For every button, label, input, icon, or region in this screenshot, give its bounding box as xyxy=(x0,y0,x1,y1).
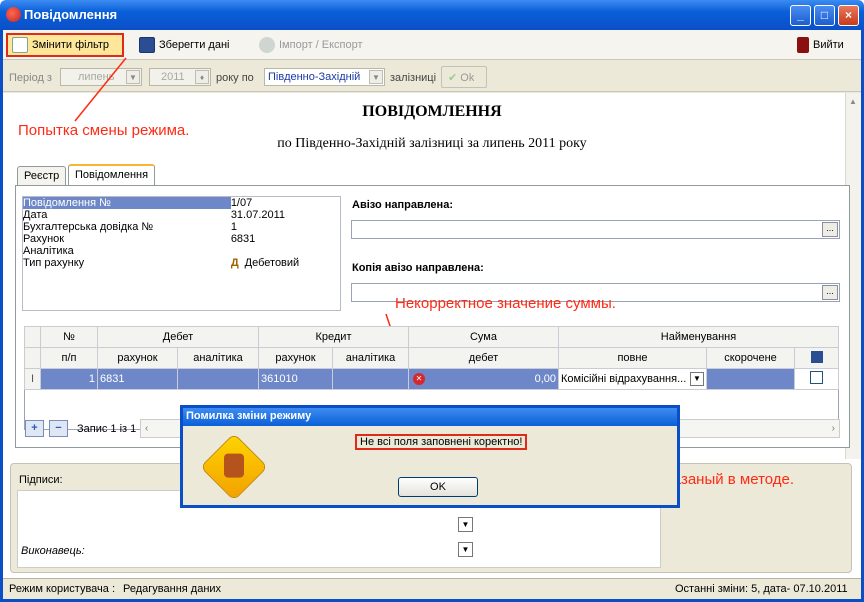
exit-door-icon xyxy=(797,37,809,53)
chevron-down-icon[interactable]: ▼ xyxy=(690,372,704,386)
grid-header-1: № Дебет Кредит Сума Найменування xyxy=(24,326,839,348)
exit-button[interactable]: Вийти xyxy=(793,33,848,57)
annotation-incorrect-sum: Некорректное значение суммы. xyxy=(395,295,616,312)
debit-type-icon: Д xyxy=(230,257,239,269)
avizo-sent-label: Авізо направлена: xyxy=(352,199,453,211)
check-icon: ✔ xyxy=(448,72,458,84)
app-icon xyxy=(6,7,21,22)
change-filter-button[interactable]: Змінити фільтр xyxy=(6,33,124,57)
info-row-account[interactable]: Рахунок 6831 xyxy=(23,233,340,245)
scroll-left-icon[interactable]: ‹ xyxy=(145,423,148,434)
sum-cell[interactable]: ✕ 0,00 xyxy=(408,368,559,390)
ok-button[interactable]: OK xyxy=(398,477,478,497)
avizo-copy-label: Копія авізо направлена: xyxy=(352,262,484,274)
grid-header-2: п/п рахунок аналітика рахунок аналітика … xyxy=(24,347,839,369)
info-row-reference[interactable]: Бухгалтерська довідка № 1 xyxy=(23,221,340,233)
user-mode-value: Редагування даних xyxy=(123,583,222,595)
filter-icon xyxy=(12,37,28,53)
chevron-down-icon: ▼ xyxy=(369,70,383,84)
minimize-button[interactable]: _ xyxy=(790,5,811,26)
title-bar: Повідомлення _ □ × xyxy=(0,0,864,30)
executor-label: Виконавець: xyxy=(21,545,85,557)
info-row-account-type[interactable]: Тип рахунку Д Дебетовий xyxy=(23,257,340,269)
info-row-date[interactable]: Дата 31.07.2011 xyxy=(23,209,340,221)
period-label: Період з xyxy=(9,72,52,84)
ellipsis-button[interactable]: ... xyxy=(822,285,838,300)
chevron-down-icon[interactable]: ▼ xyxy=(458,517,473,532)
scroll-right-icon[interactable]: › xyxy=(832,423,835,434)
user-mode-label: Режим користувача : xyxy=(9,583,116,595)
railway-label: залізниці xyxy=(390,72,437,84)
import-export-button[interactable]: Імпорт / Експорт xyxy=(255,33,367,57)
tab-message[interactable]: Повідомлення xyxy=(68,164,156,186)
window-title: Повідомлення xyxy=(24,7,118,22)
year-label: року по xyxy=(216,72,254,84)
status-bar: Режим користувача : Редагування даних Ос… xyxy=(3,578,861,599)
save-button[interactable]: Зберегти дані xyxy=(135,33,233,57)
delete-row-button[interactable]: − xyxy=(49,420,68,437)
floppy-icon[interactable] xyxy=(810,350,823,363)
error-icon: ✕ xyxy=(413,373,425,385)
railway-select[interactable]: Південно-Західній ▼ xyxy=(264,68,385,86)
error-dialog: Помилка зміни режиму Не всі поля заповне… xyxy=(180,405,680,508)
globe-icon xyxy=(259,37,275,53)
info-row-analytics[interactable]: Аналітика xyxy=(23,245,340,257)
info-row-number[interactable]: Повідомлення № 1/07 xyxy=(23,197,340,209)
maximize-button[interactable]: □ xyxy=(814,5,835,26)
spinner-icon: ♦ xyxy=(195,70,209,84)
add-row-button[interactable]: + xyxy=(25,420,44,437)
signatures-label: Підписи: xyxy=(19,474,63,486)
stop-hand-icon xyxy=(201,434,267,500)
row-checkbox[interactable] xyxy=(810,371,823,384)
table-row[interactable]: I 1 6831 361010 ✕ 0,00 Комісійні відраху… xyxy=(24,368,839,390)
ellipsis-button[interactable]: ... xyxy=(822,222,838,237)
ok-filter-button[interactable]: ✔ Ok xyxy=(441,66,487,88)
annotation-arrow-1 xyxy=(74,57,127,122)
dialog-title: Помилка зміни режиму xyxy=(183,408,677,426)
year-stepper[interactable]: 2011 ♦ xyxy=(149,68,211,86)
record-counter: Запис 1 із 1 xyxy=(77,423,137,435)
floppy-icon xyxy=(139,37,155,53)
last-changes: Останні зміни: 5, дата- 07.10.2011 xyxy=(675,583,848,595)
avizo-sent-input[interactable]: ... xyxy=(351,220,840,239)
tab-registry[interactable]: Реєстр xyxy=(17,166,67,186)
close-button[interactable]: × xyxy=(838,5,859,26)
chevron-down-icon[interactable]: ▼ xyxy=(458,542,473,557)
info-table: Повідомлення № 1/07 Дата 31.07.2011 Бухгал… xyxy=(22,196,341,311)
dialog-message: Не всі поля заповнені коректно! xyxy=(355,434,528,450)
annotation-mode-change: Попытка смены режима. xyxy=(18,122,190,139)
